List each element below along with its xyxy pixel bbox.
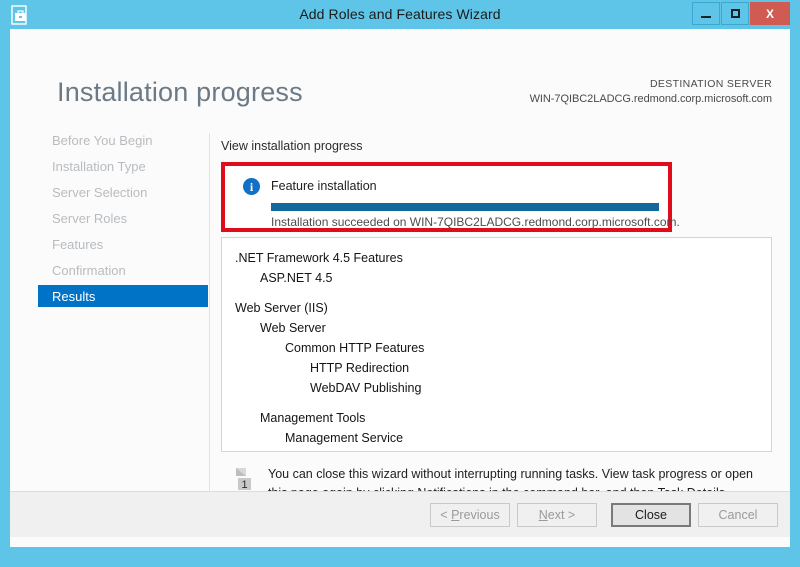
wizard-content: Installation progress DESTINATION SERVER… [10, 29, 790, 557]
notification-flag-icon: 1 [234, 467, 254, 493]
cancel-button-label: Cancel [718, 508, 758, 522]
installation-progress-panel: i Feature installation Installation succ… [221, 162, 680, 232]
previous-button-label: < Previous [440, 508, 500, 522]
cancel-button: Cancel [698, 503, 778, 527]
feature-installation-heading: Feature installation [271, 179, 377, 193]
feature-list-item: Management Tools [260, 411, 366, 425]
feature-list-item: ASP.NET 4.5 [260, 271, 333, 285]
wizard-window: Add Roles and Features Wizard X Installa… [0, 0, 800, 567]
title-bar: Add Roles and Features Wizard X [0, 0, 800, 29]
window-title: Add Roles and Features Wizard [299, 6, 501, 22]
progress-bar [271, 203, 659, 211]
minimize-button[interactable] [692, 2, 720, 25]
maximize-icon [730, 9, 740, 18]
section-label: View installation progress [221, 139, 363, 153]
feature-list-item: Web Server (IIS) [235, 301, 328, 315]
feature-list-item: Common HTTP Features [285, 341, 425, 355]
feature-list-item: HTTP Redirection [310, 361, 410, 375]
minimize-icon [701, 15, 711, 18]
maximize-button[interactable] [721, 2, 749, 25]
next-button-label: Next > [538, 508, 576, 522]
close-window-button[interactable]: X [750, 2, 790, 25]
info-icon: i [243, 178, 260, 195]
svg-text:1: 1 [241, 479, 247, 491]
main-panel: View installation progress i Feature ins… [10, 29, 790, 547]
close-button[interactable]: Close [611, 503, 691, 527]
feature-list-item: Web Server [260, 321, 326, 335]
progress-bar-fill [271, 203, 659, 211]
next-button: Next > [517, 503, 597, 527]
feature-list-item: .NET Framework 4.5 Features [235, 251, 403, 265]
close-button-label: Close [635, 508, 667, 522]
feature-list-item: Management Service [285, 431, 404, 445]
previous-button: < Previous [430, 503, 510, 527]
wizard-footer: < Previous Next > Close Cancel [10, 491, 790, 537]
installation-status-text: Installation succeeded on WIN-7QIBC2LADC… [271, 215, 680, 229]
feature-list-item: WebDAV Publishing [310, 381, 422, 395]
installed-features-box: .NET Framework 4.5 Features ASP.NET 4.5 We… [221, 237, 772, 452]
installed-features-list: .NET Framework 4.5 Features ASP.NET 4.5 We… [235, 248, 755, 448]
